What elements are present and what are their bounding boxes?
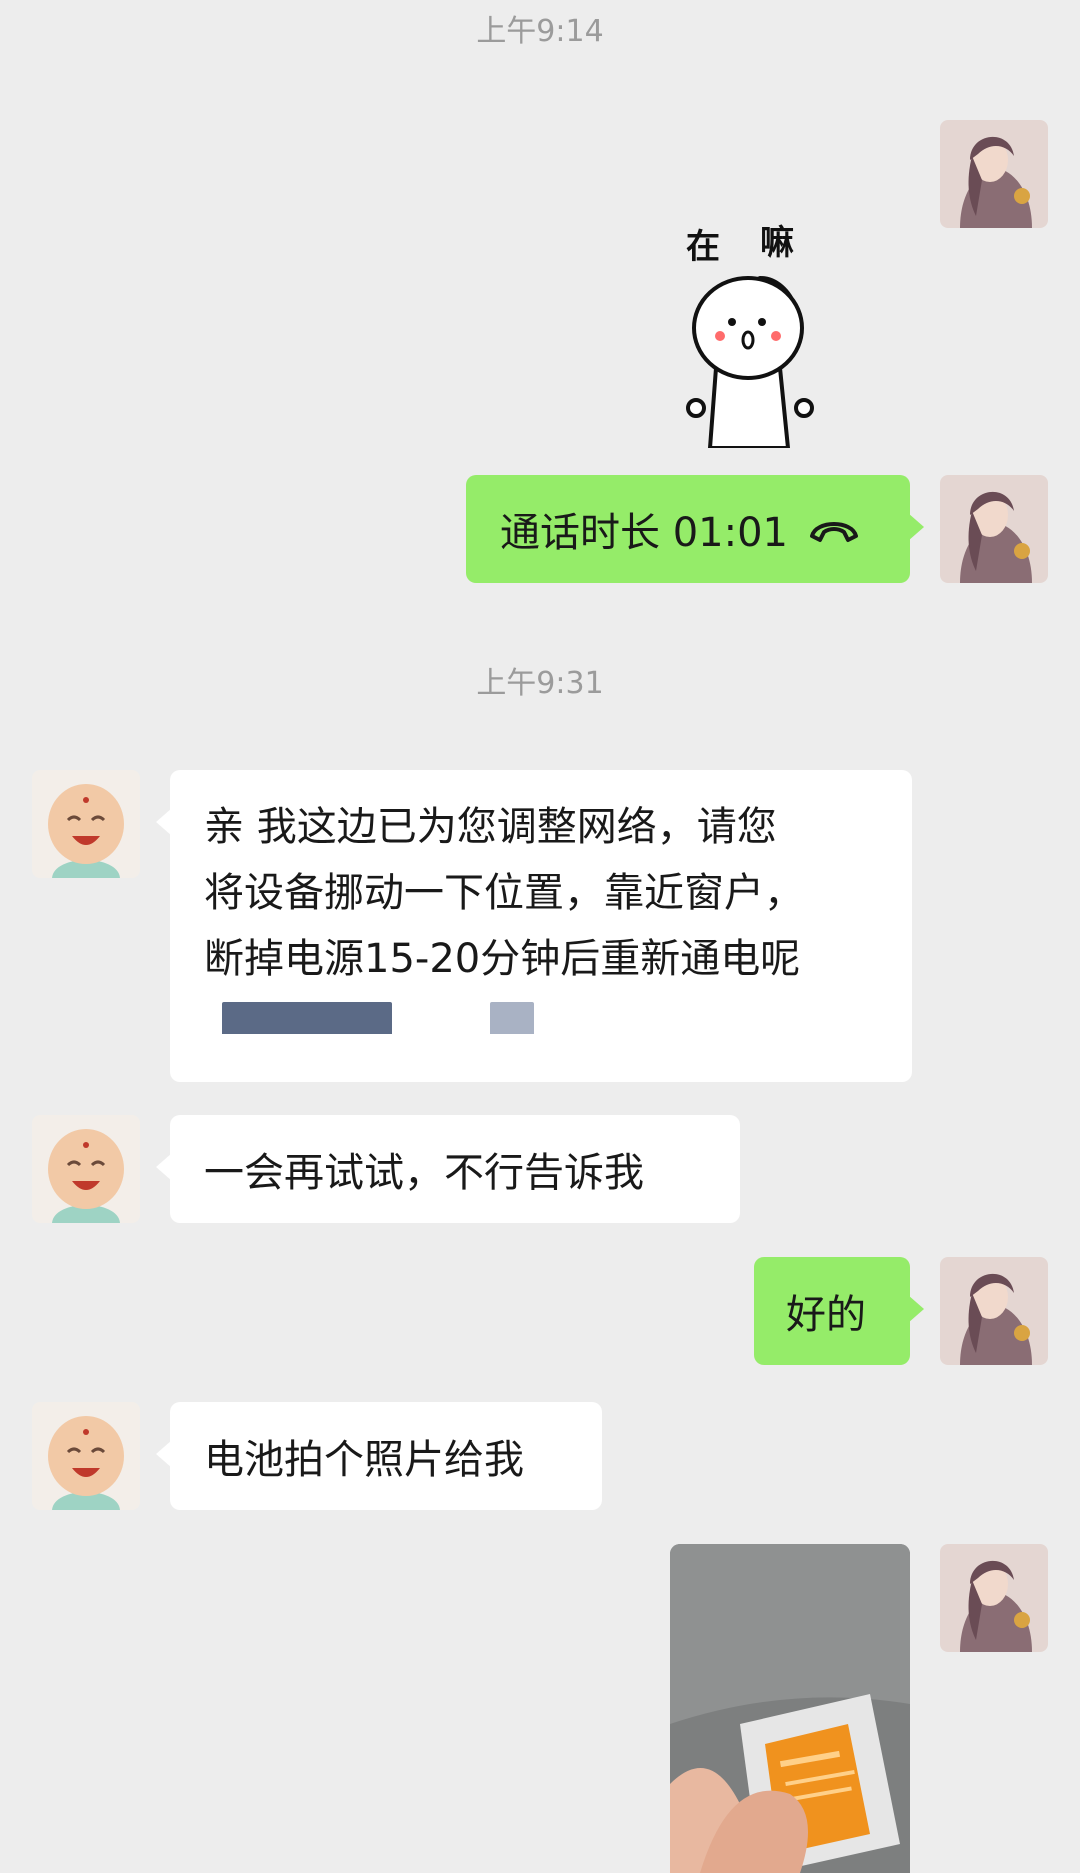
my-avatar[interactable]: [940, 1544, 1048, 1652]
message-line: 将设备挪动一下位置，靠近窗户，: [204, 870, 804, 916]
message-line: 亲 我这边已为您调整网络，请您: [204, 804, 777, 850]
timestamp: 上午9:14: [476, 14, 604, 49]
message-bubble-received[interactable]: 电池拍个照片给我: [156, 1402, 602, 1510]
message-text: 电池拍个照片给我: [204, 1437, 524, 1483]
message-bubble-sent[interactable]: 好的: [754, 1257, 924, 1365]
phone-hangup-icon: [806, 514, 862, 544]
message-text: 一会再试试，不行告诉我: [204, 1150, 644, 1196]
contact-avatar[interactable]: [32, 1402, 140, 1510]
message-bubble-received[interactable]: 一会再试试，不行告诉我: [156, 1115, 740, 1223]
my-avatar[interactable]: [940, 1257, 1048, 1365]
redaction-smudge: [190, 1034, 550, 1064]
message-text: 好的: [786, 1292, 866, 1338]
contact-avatar[interactable]: [32, 1115, 140, 1223]
photo-message[interactable]: [670, 1544, 910, 1873]
contact-avatar[interactable]: [32, 770, 140, 878]
call-duration-bubble[interactable]: 通话时长 01:01: [466, 475, 924, 583]
my-avatar[interactable]: [940, 475, 1048, 583]
my-avatar[interactable]: [940, 120, 1048, 228]
call-duration-label: 通话时长 01:01: [500, 510, 788, 556]
sticker-text-left: 在: [686, 227, 720, 267]
sticker-text-right: 嘛: [760, 223, 794, 263]
message-line: 断掉电源15-20分钟后重新通电呢: [204, 936, 801, 982]
sticker-image[interactable]: 在 嘛: [680, 218, 820, 450]
message-bubble-received[interactable]: 亲 我这边已为您调整网络，请您 将设备挪动一下位置，靠近窗户， 断掉电源15-2…: [156, 770, 912, 1082]
timestamp: 上午9:31: [476, 666, 604, 701]
